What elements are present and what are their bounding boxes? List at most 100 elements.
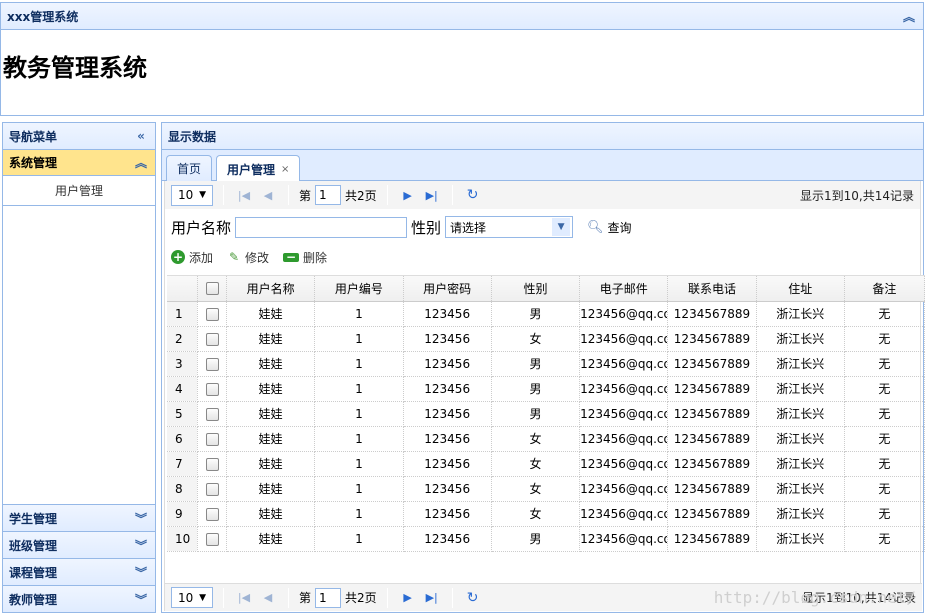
collapse-left-icon[interactable]: « bbox=[133, 129, 149, 143]
row-checkbox[interactable] bbox=[197, 451, 228, 477]
cell-addr: 浙江长兴 bbox=[756, 526, 845, 552]
last-page-icon[interactable]: ▶| bbox=[422, 591, 442, 604]
table-row[interactable]: 5 娃娃1123456男123456@qq.com1234567889浙江长兴无 bbox=[167, 401, 926, 427]
cell-note: 无 bbox=[844, 426, 926, 452]
cell-pwd: 123456 bbox=[403, 526, 492, 552]
center-panel: 显示数据 首页 用户管理 × 10 ▼ |◀ ◀ 第 1 共2页 ▶ ▶| ↻ 显示… bbox=[161, 122, 926, 613]
cell-id: 1 bbox=[314, 526, 404, 552]
column-header[interactable]: 性别 bbox=[491, 276, 581, 302]
separator bbox=[386, 185, 388, 205]
last-page-icon[interactable]: ▶| bbox=[422, 189, 442, 202]
table-row[interactable]: 2 娃娃1123456女123456@qq.com1234567889浙江长兴无 bbox=[167, 326, 926, 352]
cell-note: 无 bbox=[844, 401, 926, 427]
expand-down-icon[interactable]: ︾ bbox=[133, 510, 149, 527]
close-icon[interactable]: × bbox=[281, 164, 289, 175]
cell-name: 娃娃 bbox=[226, 526, 316, 552]
checkbox-icon bbox=[205, 307, 219, 321]
page-number-input[interactable]: 1 bbox=[315, 185, 342, 205]
page-size-select[interactable]: 10 ▼ bbox=[171, 587, 213, 608]
collapse-up-icon[interactable]: ︽ bbox=[133, 154, 149, 171]
cell-gender: 女 bbox=[491, 326, 581, 352]
gender-select[interactable]: 请选择 ▼ bbox=[445, 216, 574, 238]
cell-pwd: 123456 bbox=[403, 451, 492, 477]
cell-pwd: 123456 bbox=[403, 351, 492, 377]
gender-select-value: 请选择 bbox=[450, 220, 487, 235]
collapse-up-icon[interactable]: ︽ bbox=[901, 8, 917, 25]
nav-panel-header: 导航菜单 « bbox=[3, 123, 155, 150]
refresh-icon[interactable]: ↻ bbox=[463, 590, 483, 606]
cell-name: 娃娃 bbox=[226, 301, 316, 327]
row-checkbox[interactable] bbox=[197, 426, 228, 452]
table-row[interactable]: 3 娃娃1123456男123456@qq.com1234567889浙江长兴无 bbox=[167, 351, 926, 377]
row-checkbox[interactable] bbox=[197, 401, 228, 427]
expand-down-icon[interactable]: ︾ bbox=[133, 537, 149, 554]
expand-down-icon[interactable]: ︾ bbox=[133, 564, 149, 581]
refresh-icon[interactable]: ↻ bbox=[463, 187, 483, 203]
accordion-class-admin[interactable]: 班级管理 ︾ bbox=[3, 531, 155, 558]
cell-phone: 1234567889 bbox=[667, 351, 757, 377]
table-row[interactable]: 8 娃娃1123456女123456@qq.com1234567889浙江长兴无 bbox=[167, 476, 926, 502]
table-row[interactable]: 9 娃娃1123456女123456@qq.com1234567889浙江长兴无 bbox=[167, 501, 926, 527]
next-page-icon[interactable]: ▶ bbox=[398, 591, 418, 604]
column-header[interactable]: 备注 bbox=[844, 276, 926, 302]
cell-phone: 1234567889 bbox=[667, 401, 757, 427]
username-input[interactable] bbox=[235, 216, 408, 238]
top-pager: 10 ▼ |◀ ◀ 第 1 共2页 ▶ ▶| ↻ 显示1到10,共14记录 bbox=[165, 181, 920, 209]
row-checkbox[interactable] bbox=[197, 351, 228, 377]
column-header[interactable]: 电子邮件 bbox=[579, 276, 669, 302]
delete-button[interactable]: − 删除 bbox=[283, 249, 327, 266]
cell-name: 娃娃 bbox=[226, 351, 316, 377]
cell-id: 1 bbox=[314, 301, 404, 327]
accordion-course-admin[interactable]: 课程管理 ︾ bbox=[3, 558, 155, 585]
prev-page-icon[interactable]: ◀ bbox=[258, 189, 278, 202]
row-number-header bbox=[167, 276, 199, 302]
row-checkbox[interactable] bbox=[197, 501, 228, 527]
page-total: 共2页 bbox=[345, 188, 377, 203]
column-header[interactable]: 用户密码 bbox=[403, 276, 492, 302]
cell-addr: 浙江长兴 bbox=[756, 501, 845, 527]
next-page-icon[interactable]: ▶ bbox=[398, 189, 418, 202]
column-header[interactable]: 住址 bbox=[756, 276, 845, 302]
accordion-student-admin[interactable]: 学生管理 ︾ bbox=[3, 504, 155, 531]
accordion-teacher-admin[interactable]: 教师管理 ︾ bbox=[3, 585, 155, 612]
row-number: 6 bbox=[167, 426, 199, 452]
data-grid: 用户名称 用户编号 用户密码 性别 电子邮件 联系电话 住址 备注 1 娃娃 1 12… bbox=[167, 275, 926, 552]
row-checkbox[interactable] bbox=[197, 301, 228, 327]
separator bbox=[288, 185, 289, 205]
first-page-icon[interactable]: |◀ bbox=[234, 189, 254, 202]
table-row[interactable]: 7 娃娃1123456女123456@qq.com1234567889浙江长兴无 bbox=[167, 451, 926, 477]
prev-page-icon[interactable]: ◀ bbox=[258, 591, 278, 604]
accordion-label: 系统管理 bbox=[9, 156, 58, 170]
row-checkbox[interactable] bbox=[197, 526, 228, 552]
tab-home[interactable]: 首页 bbox=[166, 155, 213, 181]
checkbox-icon bbox=[205, 507, 219, 521]
first-page-icon[interactable]: |◀ bbox=[234, 591, 254, 604]
expand-down-icon[interactable]: ︾ bbox=[133, 591, 149, 608]
column-header[interactable]: 联系电话 bbox=[667, 276, 757, 302]
select-all-checkbox[interactable] bbox=[197, 276, 228, 302]
edit-button[interactable]: ✎ 修改 bbox=[227, 249, 269, 266]
table-row[interactable]: 1娃娃1123456男123456@qq.com1234567889浙江长兴无 bbox=[167, 301, 926, 327]
row-checkbox[interactable] bbox=[197, 326, 228, 352]
tab-user-management[interactable]: 用户管理 × bbox=[216, 155, 301, 182]
column-header[interactable]: 用户名称 bbox=[226, 276, 316, 302]
page-size-select[interactable]: 10 ▼ bbox=[171, 184, 213, 206]
separator bbox=[451, 587, 453, 608]
add-button[interactable]: + 添加 bbox=[171, 249, 213, 266]
table-row[interactable]: 4 娃娃1123456男123456@qq.com1234567889浙江长兴无 bbox=[167, 376, 926, 402]
row-checkbox[interactable] bbox=[197, 376, 228, 402]
cell-pwd: 123456 bbox=[403, 426, 492, 452]
cell-note: 无 bbox=[844, 351, 926, 377]
page-number-input[interactable]: 1 bbox=[315, 587, 342, 608]
row-number: 1 bbox=[167, 301, 199, 327]
cell-gender: 男 bbox=[491, 376, 581, 402]
column-header[interactable]: 用户编号 bbox=[314, 276, 404, 302]
accordion-system-admin[interactable]: 系统管理 ︽ bbox=[3, 150, 155, 176]
nav-panel: 导航菜单 « 系统管理 ︽ 用户管理 学生管理 ︾ 班级管理 ︾ 课程管理 ︾ 教师管… bbox=[2, 122, 156, 613]
cell-name: 娃娃 bbox=[226, 401, 316, 427]
table-row[interactable]: 10 娃娃1123456男123456@qq.com1234567889浙江长兴无 bbox=[167, 526, 926, 552]
table-row[interactable]: 6 娃娃1123456女123456@qq.com1234567889浙江长兴无 bbox=[167, 426, 926, 452]
query-button[interactable]: 🔍︎ 查询 bbox=[587, 219, 632, 236]
row-checkbox[interactable] bbox=[197, 476, 228, 502]
nav-item-user-management[interactable]: 用户管理 bbox=[3, 176, 155, 206]
